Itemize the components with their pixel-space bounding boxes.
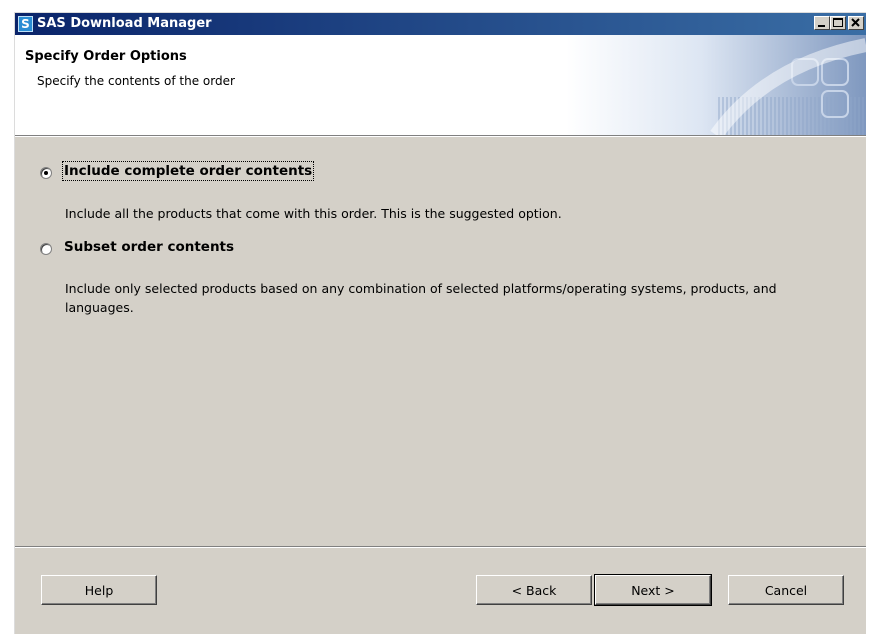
- cancel-button[interactable]: Cancel: [728, 575, 844, 605]
- back-button[interactable]: < Back: [476, 575, 592, 605]
- close-button[interactable]: [848, 16, 864, 30]
- close-icon: [851, 18, 860, 27]
- title-bar[interactable]: S SAS Download Manager: [15, 13, 866, 35]
- complete-order-radio[interactable]: [40, 167, 52, 179]
- minimize-icon: [818, 25, 825, 27]
- sas-app-icon: S: [18, 16, 33, 32]
- sas-download-manager-window: S SAS Download Manager Specify Order Opt…: [14, 12, 866, 634]
- header-decoration-graphic: [566, 35, 866, 135]
- minimize-button[interactable]: [814, 16, 830, 30]
- maximize-icon: [833, 18, 843, 27]
- window-title: SAS Download Manager: [37, 16, 212, 31]
- complete-order-description: Include all the products that come with …: [65, 206, 562, 221]
- maximize-button[interactable]: [830, 16, 846, 30]
- page-title: Specify Order Options: [25, 49, 187, 64]
- help-button[interactable]: Help: [41, 575, 157, 605]
- subset-order-label[interactable]: Subset order contents: [64, 239, 234, 255]
- wizard-header: Specify Order Options Specify the conten…: [15, 35, 866, 135]
- footer-separator: [15, 546, 866, 548]
- complete-order-label[interactable]: Include complete order contents: [61, 161, 315, 181]
- next-button[interactable]: Next >: [594, 574, 712, 606]
- subset-order-radio[interactable]: [40, 243, 52, 255]
- page-subtitle: Specify the contents of the order: [37, 74, 235, 88]
- subset-order-description: Include only selected products based on …: [65, 281, 777, 315]
- header-separator: [15, 135, 866, 137]
